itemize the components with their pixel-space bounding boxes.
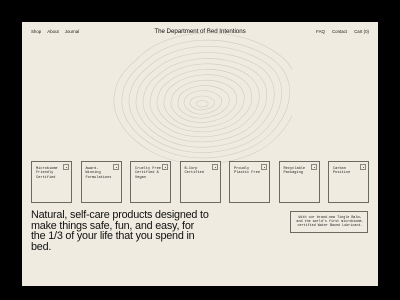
feature-card-microbiome[interactable]: Microbiome Friendly Certified <box>31 161 72 203</box>
nav-link-faq[interactable]: FAQ <box>316 29 325 34</box>
product-note-text: With our brand-new Tingle Balm, and the … <box>296 216 364 229</box>
feature-card-label: Carbon Positive <box>333 167 351 176</box>
feature-card-label: Award-Winning Formulations <box>85 167 112 180</box>
feature-card-label: Cruelty Free Certified & Vegan <box>135 167 161 180</box>
nav-link-contact[interactable]: Contact <box>332 29 347 34</box>
feature-card-award-winning[interactable]: Award-Winning Formulations <box>80 161 122 203</box>
hero-headline: Natural, self-care products designed to … <box>31 209 209 253</box>
cart-link[interactable]: Cart (0) <box>354 29 369 34</box>
feature-card-cruelty-free[interactable]: Cruelty Free Certified & Vegan <box>130 161 171 203</box>
feature-cards: Microbiome Friendly Certified Award-Winn… <box>31 161 369 203</box>
product-note-box[interactable]: With our brand-new Tingle Balm, and the … <box>290 211 368 233</box>
feature-card-carbon-positive[interactable]: Carbon Positive <box>328 161 369 203</box>
feature-card-label: Proudly Plastic Free <box>234 167 260 176</box>
topographic-map-graphic <box>113 32 292 165</box>
feature-card-b-corp[interactable]: B-Corp Certified <box>179 161 221 203</box>
nav-right: FAQ Contact Cart (0) <box>316 29 369 34</box>
feature-card-label: B-Corp Certified <box>184 167 204 176</box>
feature-card-label: Recyclable Packaging <box>283 167 306 176</box>
feature-card-label: Microbiome Friendly Certified <box>36 167 58 180</box>
feature-card-recyclable[interactable]: Recyclable Packaging <box>278 161 320 203</box>
feature-card-plastic-free[interactable]: Proudly Plastic Free <box>229 161 270 203</box>
page: Shop About Journal The Department of Bed… <box>22 22 378 286</box>
